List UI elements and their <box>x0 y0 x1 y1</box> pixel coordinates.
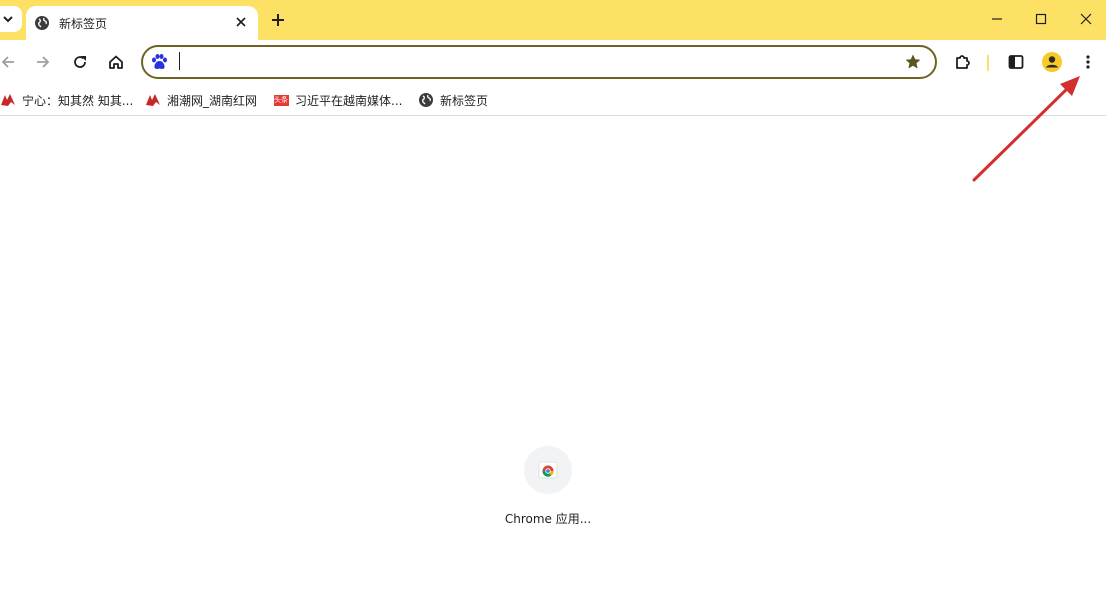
side-panel-icon <box>1008 55 1024 69</box>
globe-icon <box>35 16 49 30</box>
bookmark-item[interactable]: 湘潮网_湖南红网 <box>145 91 257 109</box>
bookmark-item[interactable]: 头条 习近平在越南媒体... <box>273 91 402 109</box>
tab-strip: 新标签页 <box>0 0 1106 40</box>
back-button[interactable] <box>0 48 22 76</box>
home-button[interactable] <box>102 48 130 76</box>
bookmark-star-button[interactable] <box>903 52 923 72</box>
bookmark-label: 新标签页 <box>440 93 489 108</box>
close-icon <box>1080 13 1092 25</box>
toolbar-separator <box>987 55 989 71</box>
tab-close-button[interactable] <box>232 13 250 31</box>
text-cursor <box>179 52 180 70</box>
bookmarks-bar: 宁心：知其然 知其... 湘潮网_湖南红网 头条 习近平在越南媒体... 新标签… <box>0 84 1106 116</box>
baidu-paw-icon <box>152 54 167 69</box>
close-window-button[interactable] <box>1063 0 1106 38</box>
address-input[interactable] <box>179 52 879 72</box>
chevron-down-icon <box>3 16 13 23</box>
bookmark-label: 宁心：知其然 知其... <box>22 93 134 108</box>
shortcut-chrome-apps[interactable]: Chrome 应用... <box>496 446 600 534</box>
bookmark-label: 湘潮网_湖南红网 <box>167 93 258 108</box>
bookmark-label: 习近平在越南媒体... <box>295 93 403 108</box>
toutiao-logo-icon: 头条 <box>273 94 289 106</box>
arrow-right-icon <box>37 56 50 68</box>
annotation-arrow-icon <box>972 76 1080 182</box>
chrome-logo-icon <box>538 461 558 479</box>
maximize-button[interactable] <box>1018 0 1064 38</box>
tab-title: 新标签页 <box>59 16 108 31</box>
shortcut-tile <box>524 446 572 494</box>
close-icon <box>236 17 246 27</box>
toolbar <box>0 40 1106 84</box>
arrow-left-icon <box>1 56 14 68</box>
site-logo-icon <box>145 92 161 108</box>
reload-button[interactable] <box>66 48 94 76</box>
active-tab[interactable]: 新标签页 <box>26 6 258 40</box>
home-icon <box>109 55 123 69</box>
minimize-button[interactable] <box>974 0 1020 38</box>
site-logo-icon <box>0 92 16 108</box>
minimize-icon <box>992 18 1002 20</box>
globe-icon <box>418 92 434 108</box>
star-icon <box>905 54 921 69</box>
new-tab-button[interactable] <box>266 8 290 32</box>
forward-button[interactable] <box>29 48 57 76</box>
more-vertical-icon <box>1086 55 1090 69</box>
shortcut-label: Chrome 应用... <box>504 512 592 526</box>
bookmark-item[interactable]: 新标签页 <box>418 91 488 109</box>
bookmark-item[interactable]: 宁心：知其然 知其... <box>0 91 133 109</box>
tab-search-button[interactable] <box>0 6 22 32</box>
reload-icon <box>74 56 86 68</box>
plus-icon <box>272 14 284 26</box>
address-bar[interactable] <box>141 45 937 79</box>
maximize-icon <box>1035 13 1047 25</box>
puzzle-icon <box>956 55 970 69</box>
